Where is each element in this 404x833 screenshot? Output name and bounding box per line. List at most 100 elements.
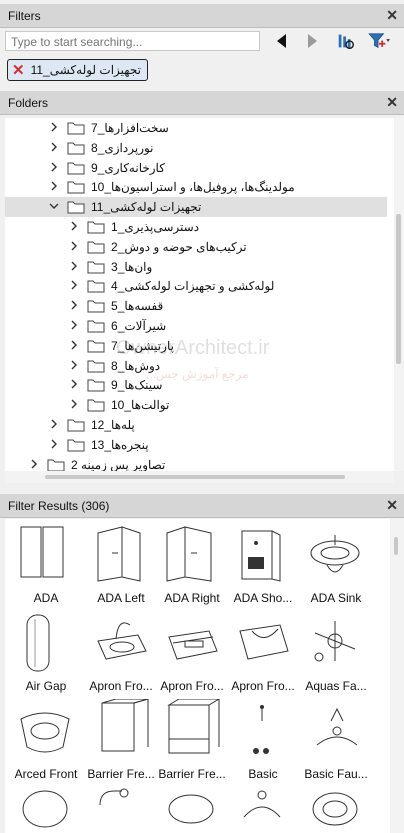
tree-folder-label: تصاویر پس زمینه 2 xyxy=(71,457,166,471)
tree-folder-item[interactable]: تصاویر پس زمینه 2 xyxy=(5,455,387,471)
search-input[interactable] xyxy=(9,33,258,51)
family-thumbnail xyxy=(20,526,64,578)
family-thumbnail xyxy=(243,790,281,818)
family-tile[interactable] xyxy=(9,783,83,833)
folders-hscrollbar[interactable] xyxy=(5,471,394,483)
family-tile[interactable] xyxy=(84,783,158,833)
family-thumbnail xyxy=(97,622,147,660)
family-thumbnail xyxy=(253,705,269,754)
family-label: Air Gap xyxy=(25,679,67,693)
chevron-right-icon[interactable] xyxy=(69,279,79,291)
family-tile[interactable]: ADA Sho... xyxy=(226,519,300,607)
chevron-down-icon[interactable] xyxy=(49,200,59,212)
results-scrollbar[interactable] xyxy=(390,519,404,833)
family-tile[interactable]: Apron Fro... xyxy=(84,607,158,695)
close-icon[interactable]: ✕ xyxy=(386,7,398,24)
chevron-right-icon[interactable] xyxy=(49,141,59,153)
family-tile[interactable]: ADA Left xyxy=(84,519,158,607)
tree-folder-item[interactable]: پله‌ها_12 xyxy=(5,415,387,435)
chevron-right-icon[interactable] xyxy=(69,240,79,252)
family-tile[interactable]: ADA Right xyxy=(155,519,229,607)
family-label: Basic Fau... xyxy=(304,767,368,781)
chevron-right-icon[interactable] xyxy=(49,418,59,430)
tree-folder-item[interactable]: نورپردازی_8 xyxy=(5,138,387,158)
folder-icon xyxy=(87,360,105,373)
tree-folder-item[interactable]: قفسه‌ها_5 xyxy=(5,296,387,316)
chevron-right-icon[interactable] xyxy=(69,260,79,272)
folder-icon xyxy=(87,221,105,234)
close-icon[interactable]: ✕ xyxy=(386,94,398,111)
folder-icon xyxy=(67,419,85,432)
forward-arrow-icon[interactable] xyxy=(302,31,322,51)
tree-folder-label: لوله‌کشی و تجهیزات لوله‌کشی_4 xyxy=(111,279,275,294)
tree-folder-item[interactable]: ترکیب‌های حوضه و دوش_2 xyxy=(5,237,387,257)
tree-folder-item[interactable]: توالت‌ها_10 xyxy=(5,395,387,415)
tree-folder-item[interactable]: مولدینگ‌ها، پروفیل‌ها، و استراسیون‌ها_10 xyxy=(5,177,387,197)
family-tile[interactable] xyxy=(155,783,229,833)
family-label: Aquas Fa... xyxy=(305,679,367,693)
tree-folder-item[interactable]: تجهیزات لوله‌کشی_11 xyxy=(5,197,387,218)
family-tile[interactable]: ADA Sink xyxy=(299,519,373,607)
tree-folder-item[interactable]: لوله‌کشی و تجهیزات لوله‌کشی_4 xyxy=(5,276,387,296)
chevron-right-icon[interactable] xyxy=(49,180,59,192)
back-arrow-icon[interactable] xyxy=(272,31,292,51)
family-thumbnail xyxy=(26,614,50,672)
tree-folder-item[interactable]: سخت‌افزارها_7 xyxy=(5,118,387,138)
chevron-right-icon[interactable] xyxy=(49,161,59,173)
tree-folder-item[interactable]: وان‌ها_3 xyxy=(5,257,387,277)
active-filter-chip[interactable]: ✕ تجهیزات لوله‌کشی_11 xyxy=(7,59,148,81)
family-thumbnail xyxy=(168,794,214,824)
tree-folder-item[interactable]: دسترسی‌پذیری_1 xyxy=(5,217,387,237)
filter-settings-icon[interactable] xyxy=(335,31,357,51)
family-tile[interactable] xyxy=(299,783,373,833)
family-label: Apron Fro... xyxy=(89,679,153,693)
chevron-right-icon[interactable] xyxy=(69,398,79,410)
folder-icon xyxy=(87,280,105,293)
tree-folder-item[interactable]: پنجره‌ها_13 xyxy=(5,435,387,455)
chevron-right-icon[interactable] xyxy=(49,438,59,450)
folders-hscroll-thumb[interactable] xyxy=(45,475,345,479)
add-filter-icon[interactable] xyxy=(366,31,392,51)
folder-icon xyxy=(47,459,65,471)
family-tile[interactable]: Aquas Fa... xyxy=(299,607,373,695)
chevron-right-icon[interactable] xyxy=(29,458,39,470)
family-label: Basic xyxy=(248,767,278,781)
family-tile[interactable]: Basic Fau... xyxy=(299,695,373,783)
tree-folder-item[interactable]: شیرآلات_6 xyxy=(5,316,387,336)
folder-icon xyxy=(67,201,85,214)
tree-folder-item[interactable]: پارتیشن‌ها_7 xyxy=(5,336,387,356)
family-tile[interactable]: Arced Front xyxy=(9,695,83,783)
tree-folder-label: قفسه‌ها_5 xyxy=(111,299,164,314)
family-tile[interactable]: Air Gap xyxy=(9,607,83,695)
chevron-right-icon[interactable] xyxy=(69,299,79,311)
search-field[interactable] xyxy=(5,31,260,51)
family-label: ADA Sink xyxy=(310,591,362,605)
family-tile[interactable]: Apron Fro... xyxy=(155,607,229,695)
chevron-right-icon[interactable] xyxy=(69,339,79,351)
chevron-right-icon[interactable] xyxy=(49,121,59,133)
family-tile[interactable] xyxy=(226,783,300,833)
tree-folder-item[interactable]: کارخانه‌کاری_9 xyxy=(5,158,387,178)
chevron-right-icon[interactable] xyxy=(69,319,79,331)
chevron-right-icon[interactable] xyxy=(69,378,79,390)
family-tile[interactable]: Barrier Fre... xyxy=(155,695,229,783)
folders-scroll-thumb[interactable] xyxy=(396,214,401,364)
results-scroll-thumb[interactable] xyxy=(394,537,398,555)
tree-folder-label: پارتیشن‌ها_7 xyxy=(111,338,174,353)
family-tile[interactable]: Basic xyxy=(226,695,300,783)
folder-icon xyxy=(67,181,85,194)
tree-folder-label: نورپردازی_8 xyxy=(91,140,154,155)
tree-folder-label: وان‌ها_3 xyxy=(111,259,153,274)
family-tile[interactable]: Barrier Fre... xyxy=(84,695,158,783)
family-label: Barrier Fre... xyxy=(87,767,155,781)
chevron-right-icon[interactable] xyxy=(69,220,79,232)
family-tile[interactable]: ADA xyxy=(9,519,83,607)
chevron-right-icon[interactable] xyxy=(69,359,79,371)
tree-folder-item[interactable]: سینک‌ها_9 xyxy=(5,375,387,395)
close-icon[interactable]: ✕ xyxy=(386,497,398,514)
folders-scrollbar[interactable] xyxy=(394,118,404,471)
family-tile[interactable]: Apron Fro... xyxy=(226,607,300,695)
family-label: ADA Sho... xyxy=(233,591,293,605)
tree-folder-item[interactable]: دوش‌ها_8 xyxy=(5,356,387,376)
remove-filter-icon[interactable]: ✕ xyxy=(12,63,25,78)
